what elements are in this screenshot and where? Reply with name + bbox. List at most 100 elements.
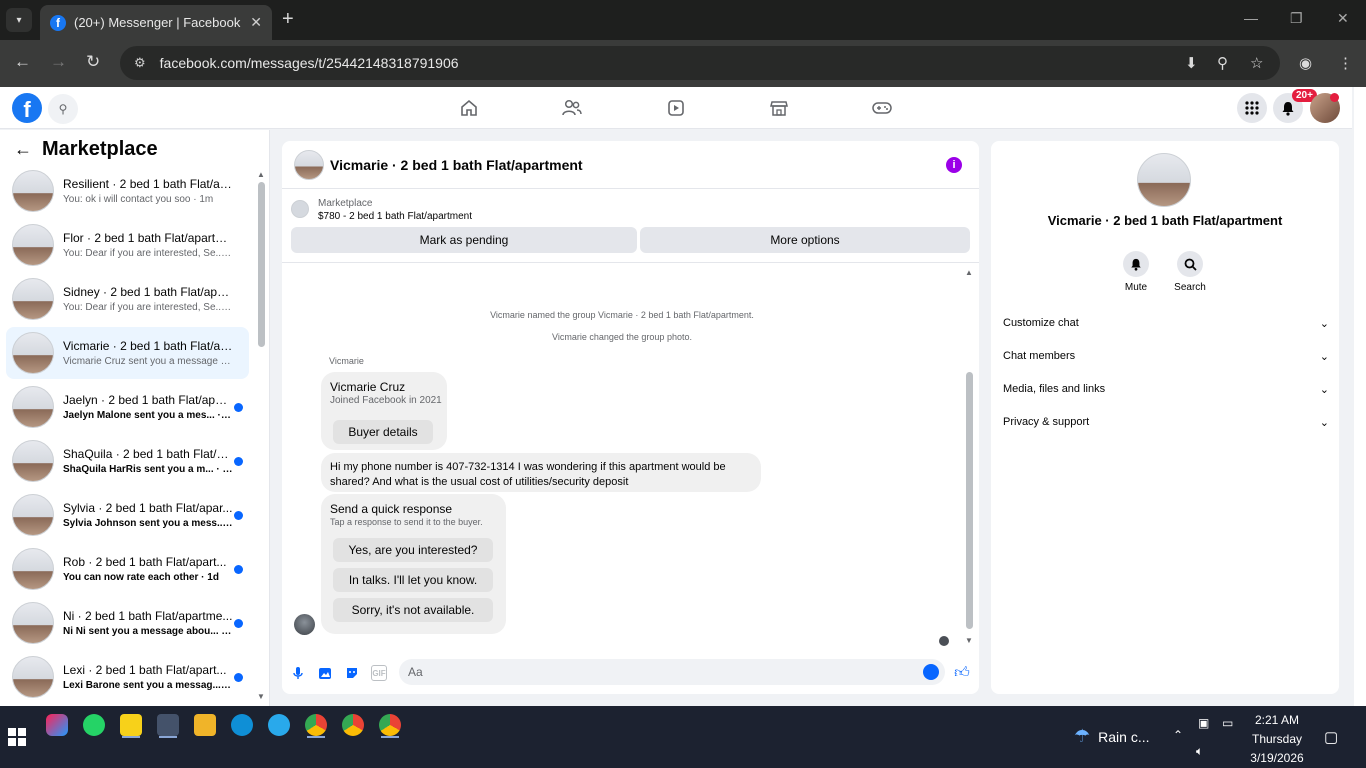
bookmark-star-icon[interactable]: ☆: [1250, 54, 1263, 72]
watch-icon[interactable]: [665, 97, 687, 119]
emoji-icon[interactable]: [923, 664, 939, 680]
home-icon[interactable]: [458, 97, 480, 119]
profile-icon[interactable]: ◉: [1299, 54, 1312, 72]
like-thumb-icon[interactable]: 👍︎: [954, 664, 970, 681]
chrome-icon[interactable]: [379, 714, 401, 736]
conversation-item[interactable]: Jaelyn · 2 bed 1 bath Flat/apar... Jaelyn…: [6, 381, 249, 433]
close-window-icon[interactable]: ✕: [1337, 10, 1349, 27]
search-label: Search: [1174, 282, 1206, 293]
sidebar-scrollbar[interactable]: [258, 182, 265, 347]
zoom-icon[interactable]: ⚲: [1217, 54, 1228, 72]
minimize-icon[interactable]: —: [1244, 10, 1258, 26]
conversation-item[interactable]: ShaQuila · 2 bed 1 bath Flat/a... ShaQuil…: [6, 435, 249, 487]
notification-center-icon[interactable]: ▢: [1324, 728, 1338, 746]
listing-icon: [291, 200, 309, 218]
conversation-preview: You: Dear if you are interested, Se... ·…: [63, 248, 233, 259]
message-input[interactable]: Aa: [399, 659, 945, 685]
conversation-item[interactable]: Ni · 2 bed 1 bath Flat/apartme... Ni Ni s…: [6, 597, 249, 649]
conversation-item[interactable]: Flor · 2 bed 1 bath Flat/apartment You: D…: [6, 219, 249, 271]
customize-chat-section[interactable]: Customize chat ⌄: [1003, 313, 1329, 333]
unread-dot: [234, 673, 243, 682]
new-tab-icon[interactable]: +: [282, 8, 294, 31]
back-arrow-icon[interactable]: ←: [14, 139, 32, 160]
quick-response-button[interactable]: Yes, are you interested?: [333, 538, 493, 562]
gaming-icon[interactable]: [871, 97, 893, 119]
conversation-item[interactable]: Rob · 2 bed 1 bath Flat/apart... You can …: [6, 543, 249, 595]
volume-icon[interactable]: 🔈︎: [1196, 744, 1203, 759]
listing-thumbnail: [12, 386, 54, 428]
menu-dots-icon[interactable]: ⋮: [1338, 54, 1353, 72]
scroll-down-icon[interactable]: ▼: [965, 636, 973, 645]
conversation-name: Jaelyn · 2 bed 1 bath Flat/apar...: [63, 393, 233, 407]
windows-start-icon[interactable]: [6, 726, 28, 748]
reload-icon[interactable]: ↻: [86, 52, 100, 72]
unread-dot: [234, 403, 243, 412]
more-options-button[interactable]: More options: [640, 227, 970, 253]
sticker-icon[interactable]: [344, 665, 360, 681]
conversation-avatar[interactable]: [1137, 153, 1191, 207]
facebook-header: f ⚲ 20+: [0, 87, 1352, 129]
chat-scrollbar[interactable]: [966, 372, 973, 629]
facebook-logo[interactable]: f: [12, 93, 42, 123]
close-tab-icon[interactable]: ✕: [250, 14, 262, 31]
conversation-preview: Jaelyn Malone sent you a mes... · 20h: [63, 410, 233, 421]
conversation-info-panel: Vicmarie · 2 bed 1 bath Flat/apartment M…: [991, 141, 1339, 694]
copilot-icon[interactable]: [46, 714, 68, 736]
conversation-item[interactable]: Sidney · 2 bed 1 bath Flat/apartm... You:…: [6, 273, 249, 325]
sticky-notes-icon[interactable]: [120, 714, 142, 736]
scroll-up-icon[interactable]: ▲: [257, 170, 265, 179]
gif-icon[interactable]: GIF: [371, 665, 387, 681]
weather-widget[interactable]: ☂ Rain c...: [1074, 726, 1150, 747]
chat-members-section[interactable]: Chat members ⌄: [1003, 346, 1329, 366]
search-icon[interactable]: ⚲: [48, 94, 78, 124]
device-icon[interactable]: ▣: [1198, 716, 1209, 730]
listing-thumbnail: [12, 494, 54, 536]
conversation-item[interactable]: Lexi · 2 bed 1 bath Flat/apart... Lexi Ba…: [6, 651, 249, 703]
install-app-icon[interactable]: ⬇: [1185, 54, 1198, 72]
privacy-support-section[interactable]: Privacy & support ⌄: [1003, 412, 1329, 432]
friends-icon[interactable]: [561, 97, 583, 119]
chrome-icon[interactable]: [342, 714, 364, 736]
forward-icon[interactable]: →: [50, 52, 67, 72]
buyer-details-button[interactable]: Buyer details: [333, 420, 433, 444]
url-field[interactable]: ⚙ facebook.com/messages/t/25442148318791…: [120, 46, 1280, 80]
microphone-icon[interactable]: [290, 665, 306, 681]
media-files-links-section[interactable]: Media, files and links ⌄: [1003, 379, 1329, 399]
conversation-item-active[interactable]: Vicmarie · 2 bed 1 bath Flat/apa... Vicma…: [6, 327, 249, 379]
listing-price[interactable]: $780 - 2 bed 1 bath Flat/apartment: [318, 211, 472, 222]
conversation-item[interactable]: Resilient · 2 bed 1 bath Flat/apa... You:…: [6, 165, 249, 217]
mark-as-pending-button[interactable]: Mark as pending: [291, 227, 637, 253]
menu-grid-icon[interactable]: [1237, 93, 1267, 123]
telegram-icon[interactable]: [268, 714, 290, 736]
chat-title[interactable]: Vicmarie · 2 bed 1 bath Flat/apartment: [330, 157, 583, 173]
conversation-name: Lexi · 2 bed 1 bath Flat/apart...: [63, 663, 227, 677]
quick-response-button[interactable]: Sorry, it's not available.: [333, 598, 493, 622]
page-scrollbar[interactable]: [1354, 87, 1366, 706]
site-info-icon[interactable]: ⚙: [134, 55, 146, 71]
info-icon[interactable]: i: [946, 157, 962, 173]
chat-avatar[interactable]: [294, 149, 324, 180]
message-bubble: Hi my phone number is 407-732-1314 I was…: [321, 453, 761, 492]
file-explorer-icon[interactable]: [194, 714, 216, 736]
whatsapp-icon[interactable]: [83, 714, 105, 736]
clock-date: 3/19/2026: [1250, 751, 1304, 765]
network-icon[interactable]: ▭: [1222, 716, 1233, 730]
tab-search-button[interactable]: ▾: [6, 8, 32, 32]
restore-icon[interactable]: ❐: [1290, 10, 1303, 27]
back-icon[interactable]: ←: [14, 52, 31, 72]
scroll-up-icon[interactable]: ▲: [965, 268, 973, 277]
chevron-up-icon[interactable]: ⌃: [1173, 728, 1183, 742]
conversation-item[interactable]: Sylvia · 2 bed 1 bath Flat/apar... Sylvia…: [6, 489, 249, 541]
edge-icon[interactable]: [231, 714, 253, 736]
chrome-icon[interactable]: [305, 714, 327, 736]
clock[interactable]: 2:21 AM Thursday 3/19/2026: [1250, 711, 1304, 768]
mute-button[interactable]: Mute: [1110, 251, 1162, 293]
marketplace-icon[interactable]: [768, 97, 790, 119]
quick-response-button[interactable]: In talks. I'll let you know.: [333, 568, 493, 592]
scroll-down-icon[interactable]: ▼: [257, 692, 265, 701]
app-icon[interactable]: [157, 714, 179, 736]
search-conversation-button[interactable]: Search: [1164, 251, 1216, 293]
photo-icon[interactable]: [317, 665, 333, 681]
browser-tab[interactable]: f (20+) Messenger | Facebook ✕: [40, 5, 272, 40]
address-bar: ← → ↻ ⚙ facebook.com/messages/t/25442148…: [0, 40, 1366, 87]
